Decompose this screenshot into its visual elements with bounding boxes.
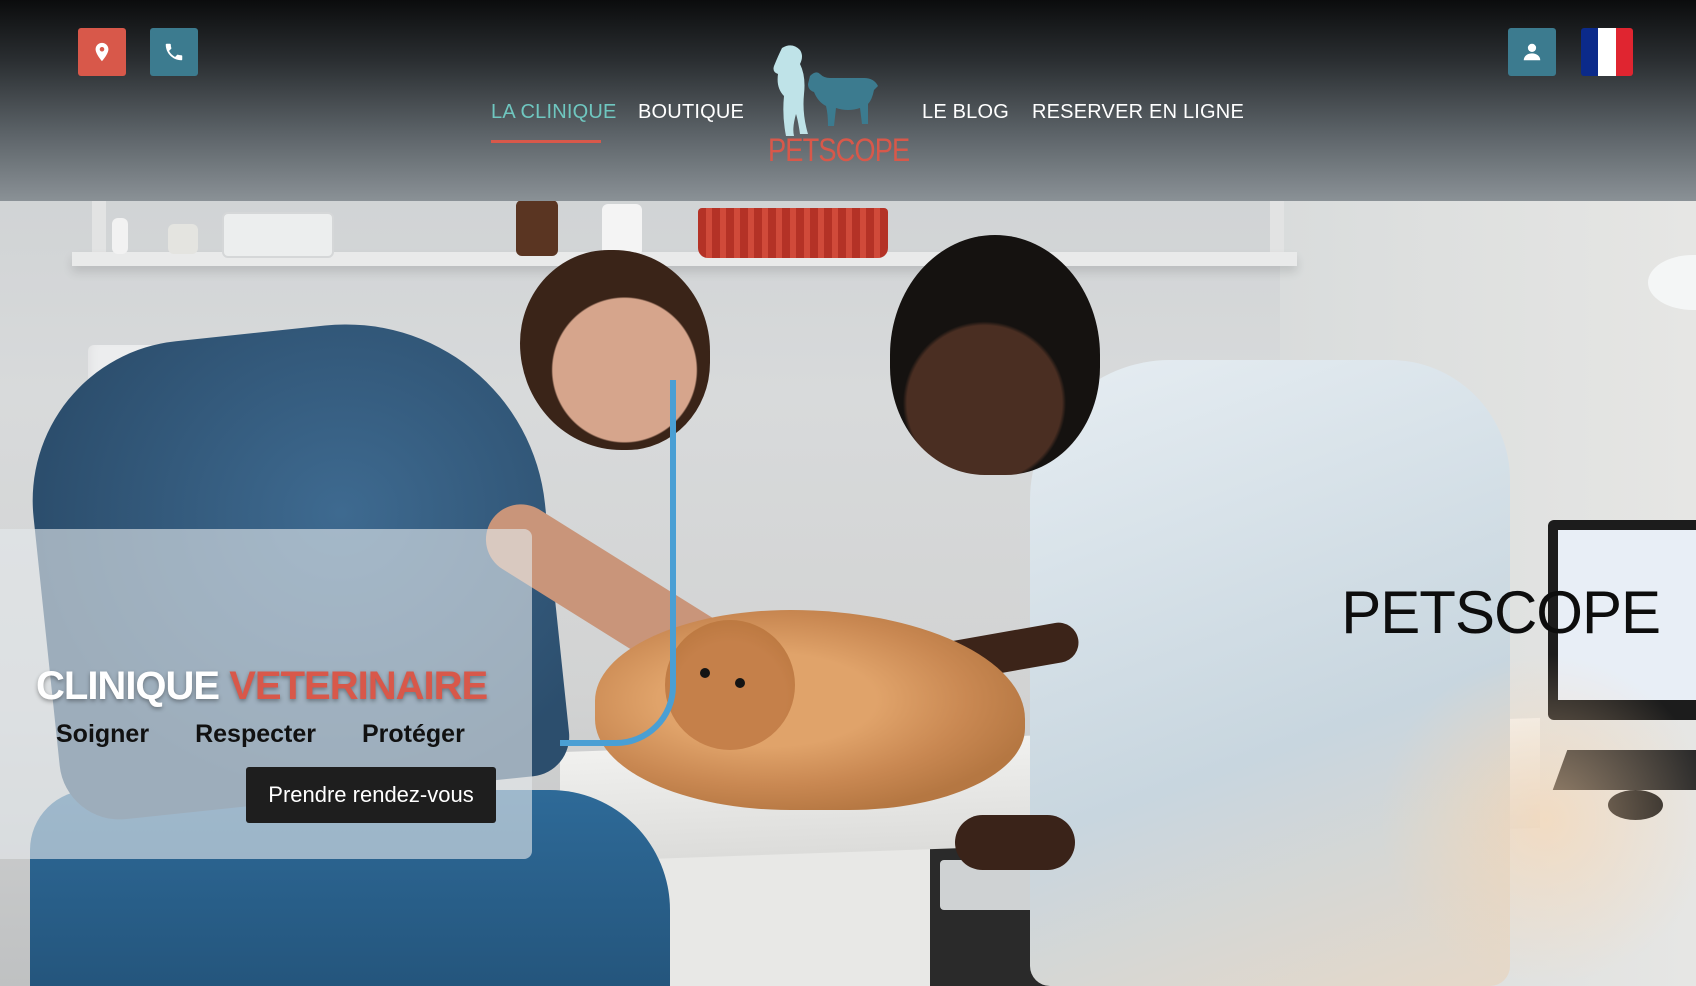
site-header: LA CLINIQUE BOUTIQUE PETSCOPE LE BLOG RE… [0,0,1696,201]
nav-le-blog[interactable]: LE BLOG [922,101,1009,124]
red-basket [698,208,888,258]
language-french-flag[interactable] [1581,28,1633,76]
hero-values: Soigner Respecter Protéger [56,720,465,749]
account-button[interactable] [1508,28,1556,76]
location-button[interactable] [78,28,126,76]
dog-eye [735,678,745,688]
book-appointment-button[interactable]: Prendre rendez-vous [246,767,496,823]
map-pin-icon [95,42,109,62]
value-soigner: Soigner [56,720,150,748]
light-glow [1380,650,1696,986]
logo-text: PETSCOPE [768,132,910,168]
dog-eye [700,668,710,678]
jar [168,224,198,254]
flag-white [1598,28,1616,76]
tray [222,212,334,258]
vet-woman-head [890,235,1100,475]
hero-title: PETSCOPE [1341,579,1661,646]
nav-la-clinique[interactable]: LA CLINIQUE [491,101,617,124]
vet-woman-hand [955,815,1075,870]
brown-bottle [516,200,558,256]
hero-subtitle: CLINIQUE VETERINAIRE [36,664,488,709]
white-jar [602,204,642,256]
value-respecter: Respecter [195,720,316,748]
value-proteger: Protéger [361,720,465,748]
phone-icon [165,43,183,61]
stethoscope [560,380,676,746]
nav-boutique[interactable]: BOUTIQUE [638,101,744,124]
subtitle-clinique: CLINIQUE [36,664,220,708]
flag-blue [1581,28,1599,76]
user-icon [1523,43,1541,61]
nav-active-underline [491,140,601,143]
nav-reserver-en-ligne[interactable]: RESERVER EN LIGNE [1032,101,1244,124]
shelf-bracket [92,200,106,260]
flag-red [1615,28,1633,76]
phone-button[interactable] [150,28,198,76]
bottle [112,218,128,254]
dog-face [665,620,795,750]
subtitle-veterinaire: VETERINAIRE [229,664,488,708]
shelf-bracket [1270,200,1284,260]
